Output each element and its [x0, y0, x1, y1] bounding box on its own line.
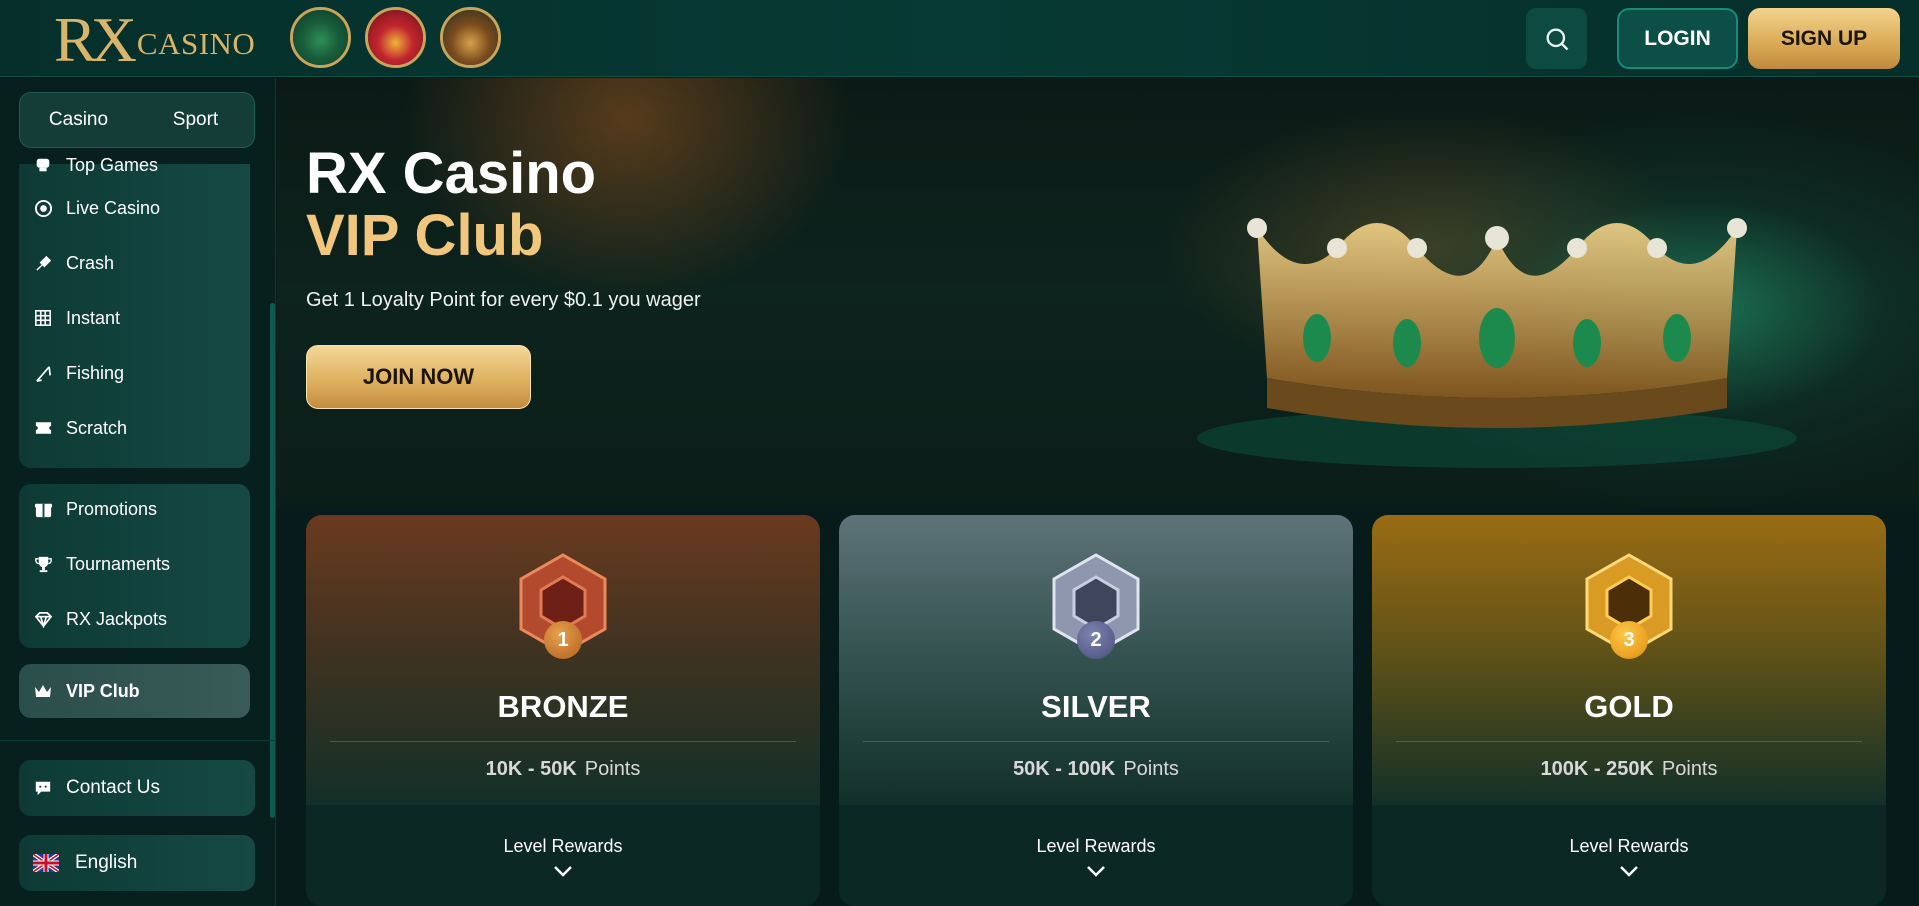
- sidebar-item-label: VIP Club: [66, 680, 140, 701]
- sidebar-item-tournaments[interactable]: Tournaments: [33, 549, 170, 579]
- points-unit: Points: [584, 758, 641, 780]
- card-divider: [1396, 741, 1862, 742]
- diamond-icon: [33, 609, 53, 629]
- points-range: 100K - 250K Points: [1372, 758, 1886, 781]
- sidebar-item-label: Promotions: [66, 498, 158, 519]
- casino-sport-switch: Casino Sport: [19, 92, 255, 148]
- points-unit: Points: [1661, 758, 1718, 780]
- search-icon: [1546, 28, 1568, 50]
- green-gift-game-icon[interactable]: [290, 7, 351, 68]
- hero-title: RX Casino: [306, 141, 597, 206]
- points-range: 10K - 50K Points: [306, 758, 820, 781]
- chevron-down-icon[interactable]: [1085, 863, 1107, 879]
- hero-title-accent: VIP Club: [306, 203, 544, 268]
- sidebar-item-crash[interactable]: Crash: [33, 248, 114, 278]
- sidebar-item-live-casino[interactable]: Live Casino: [33, 193, 160, 223]
- points-range-value: 10K - 50K: [485, 758, 577, 780]
- crown-icon: [33, 681, 53, 701]
- sidebar-item-label: Top Games: [66, 154, 159, 175]
- points-range: 50K - 100K Points: [839, 758, 1353, 781]
- sidebar-item-label: Scratch: [66, 417, 128, 438]
- instant-icon: [33, 308, 53, 328]
- hero-subtitle: Get 1 Loyalty Point for every $0.1 you w…: [306, 289, 701, 311]
- trophy-icon: [33, 554, 53, 574]
- sidebar-item-label: Instant: [66, 307, 121, 328]
- contact-us-button[interactable]: Contact Us: [19, 760, 255, 816]
- fishing-icon: [33, 363, 53, 383]
- chat-icon: [33, 778, 53, 798]
- login-button[interactable]: LOGIN: [1617, 8, 1738, 69]
- crown-illustration: [1197, 218, 1797, 468]
- scratch-icon: [33, 418, 53, 438]
- join-now-button[interactable]: JOIN NOW: [306, 345, 531, 409]
- sidebar-item-rx-jackpots[interactable]: RX Jackpots: [33, 604, 167, 634]
- logo-rx-text: RX: [54, 4, 137, 75]
- promo-menu: Promotions Tournaments RX Jackpots: [19, 484, 250, 648]
- vip-club-row: VIP Club: [33, 676, 140, 706]
- contact-us-label: Contact Us: [66, 777, 160, 798]
- points-range-value: 50K - 100K: [1013, 758, 1116, 780]
- card-divider: [330, 741, 796, 742]
- sidebar-item-vip-club[interactable]: VIP Club: [19, 664, 250, 718]
- language-label: English: [75, 852, 138, 873]
- level-rewards-toggle[interactable]: Level Rewards: [1372, 836, 1886, 857]
- points-unit: Points: [1123, 758, 1179, 780]
- uk-flag-icon: [33, 854, 59, 872]
- sidebar-item-label: RX Jackpots: [66, 608, 168, 629]
- sidebar-item-label: Crash: [66, 252, 115, 273]
- sidebar-item-label: Live Casino: [66, 197, 161, 218]
- level-number-badge: 3: [1610, 621, 1648, 659]
- level-number-badge: 2: [1077, 621, 1115, 659]
- level-number-badge: 1: [544, 621, 582, 659]
- treasure-chest-game-icon[interactable]: [440, 7, 501, 68]
- sidebar-item-scratch[interactable]: Scratch: [33, 413, 127, 443]
- signup-button[interactable]: SIGN UP: [1748, 8, 1900, 69]
- tab-casino[interactable]: Casino: [20, 109, 137, 131]
- level-rewards-toggle[interactable]: Level Rewards: [839, 836, 1353, 857]
- level-rewards-toggle[interactable]: Level Rewards: [306, 836, 820, 857]
- sidebar-item-promotions[interactable]: Promotions: [33, 494, 157, 524]
- top-games-icon: [33, 155, 53, 175]
- level-card-gold: 3 GOLD 100K - 250K Points Level Rewards: [1372, 515, 1886, 906]
- card-divider: [863, 741, 1329, 742]
- sidebar-item-instant[interactable]: Instant: [33, 303, 120, 333]
- sidebar-item-top-games[interactable]: Top Games: [33, 150, 158, 180]
- sidebar: Casino Sport Top Games Live Casino Crash: [0, 78, 276, 906]
- games-menu: Top Games Live Casino Crash Instant Fish…: [19, 155, 250, 468]
- chevron-down-icon[interactable]: [1618, 863, 1640, 879]
- level-name: GOLD: [1584, 689, 1674, 724]
- language-selector[interactable]: English: [19, 835, 255, 891]
- level-card-bronze: 1 BRONZE 10K - 50K Points Level Rewards: [306, 515, 820, 906]
- level-card-silver: 2 SILVER 50K - 100K Points Level Rewards: [839, 515, 1353, 906]
- top-header: RX CASINO LOGIN SIGN UP: [0, 0, 1919, 77]
- level-name: BRONZE: [497, 689, 629, 724]
- tab-sport[interactable]: Sport: [137, 109, 254, 131]
- crash-icon: [33, 253, 53, 273]
- sidebar-item-label: Fishing: [66, 362, 125, 383]
- rx-casino-logo[interactable]: RX CASINO: [54, 2, 255, 75]
- sidebar-item-fishing[interactable]: Fishing: [33, 358, 124, 388]
- logo-casino-text: CASINO: [136, 26, 256, 61]
- level-name: SILVER: [1041, 689, 1151, 724]
- live-casino-icon: [33, 198, 53, 218]
- points-range-value: 100K - 250K: [1540, 758, 1654, 780]
- chevron-down-icon[interactable]: [552, 863, 574, 879]
- joker-game-icon[interactable]: [365, 7, 426, 68]
- search-button[interactable]: [1526, 8, 1587, 69]
- sidebar-item-label: Tournaments: [66, 553, 171, 574]
- promotions-icon: [33, 499, 53, 519]
- sidebar-divider: [0, 740, 276, 741]
